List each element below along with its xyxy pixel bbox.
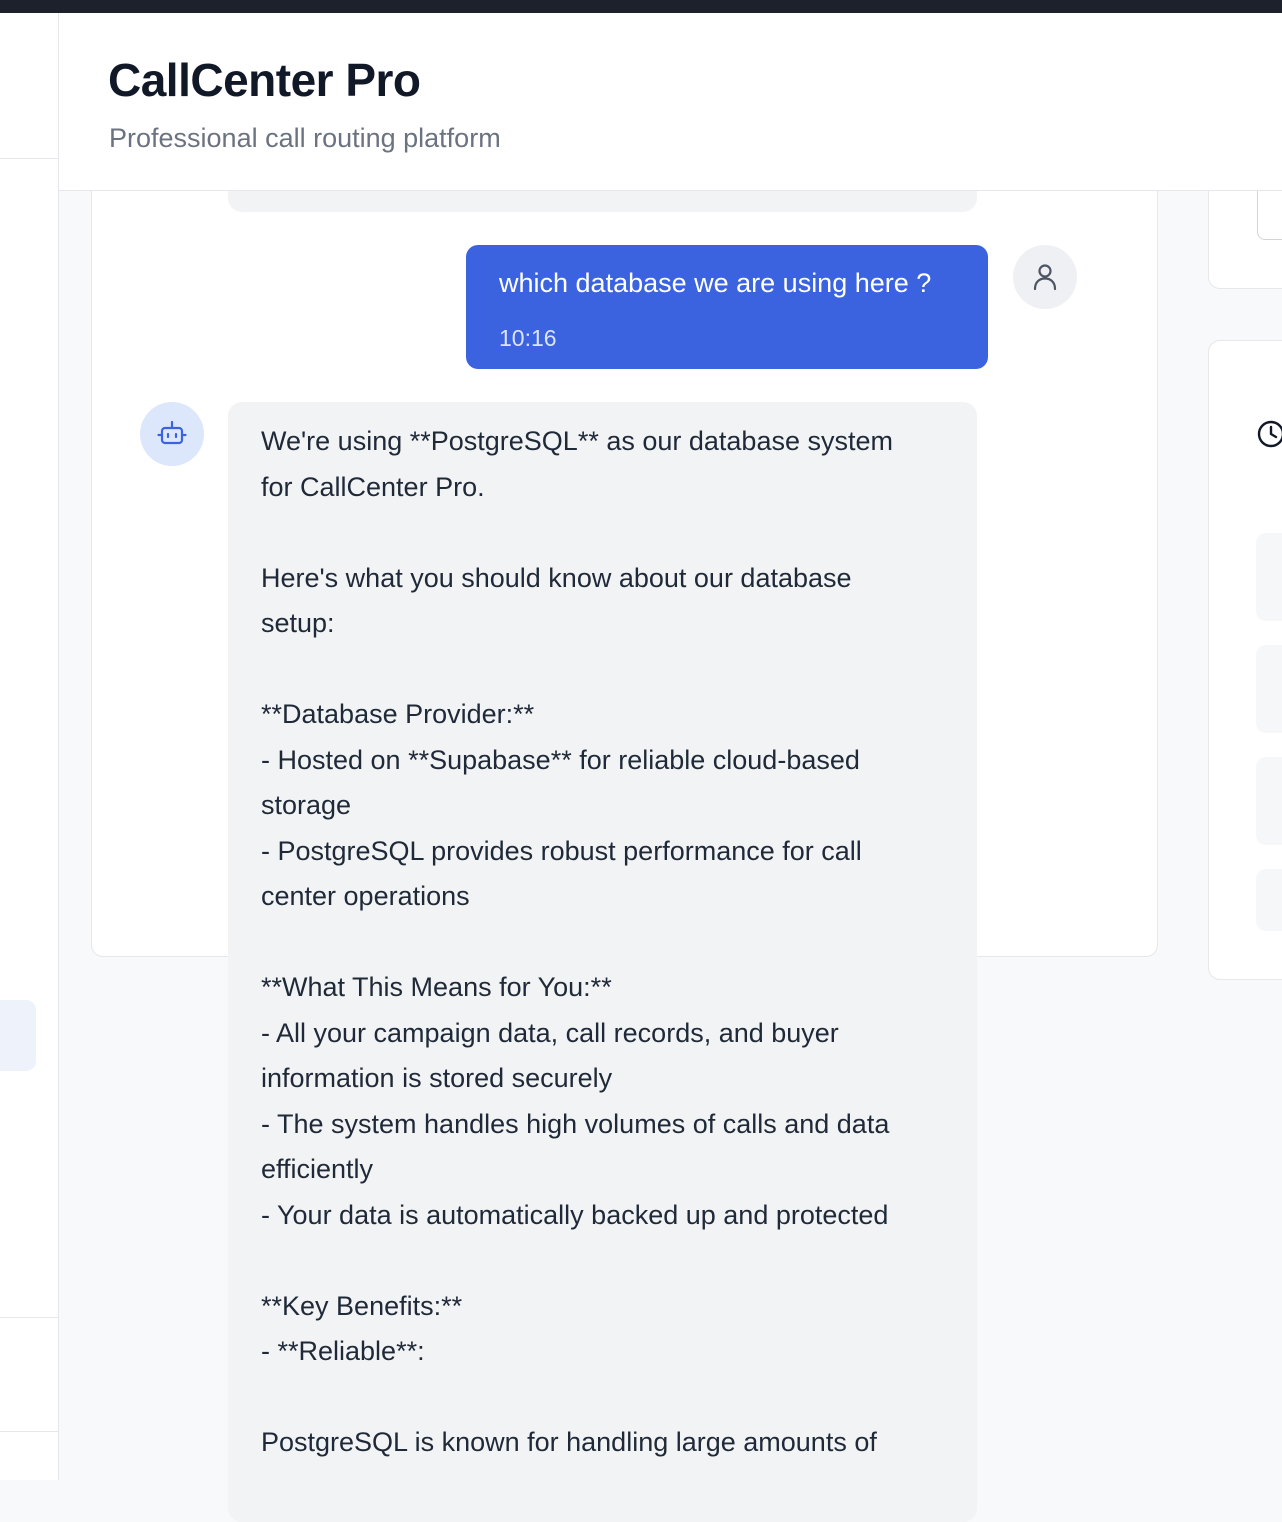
message-line: - The system handles high volumes of cal… — [261, 1108, 890, 1139]
page-subtitle: Professional call routing platform — [109, 123, 501, 153]
sidebar-divider — [0, 1431, 58, 1432]
assistant-avatar — [140, 402, 204, 466]
message-line: PostgreSQL is known for handling large a… — [261, 1427, 877, 1457]
sidebar-divider — [0, 158, 58, 159]
history-item[interactable] — [1256, 757, 1282, 845]
message-line: - Hosted on **Supabase** for reliable cl… — [261, 744, 860, 775]
user-avatar — [1013, 245, 1077, 309]
right-panel-history — [1208, 340, 1282, 980]
message-line: - PostgreSQL provides robust performance… — [261, 835, 862, 866]
message-line — [261, 510, 961, 556]
assistant-message-bubble: We're using **PostgreSQL** as our databa… — [228, 402, 977, 1522]
message-line: setup: — [261, 608, 335, 638]
message-line: **Key Benefits:** — [261, 1290, 463, 1321]
message-line: **What This Means for You:** — [261, 972, 612, 1002]
sidebar-active-item[interactable] — [0, 1000, 36, 1071]
user-message-time: 10:16 — [499, 325, 557, 351]
message-line: We're using **PostgreSQL** as our databa… — [261, 426, 893, 456]
message-line: - **Reliable**: — [261, 1336, 425, 1366]
message-line — [261, 647, 961, 693]
page-title: CallCenter Pro — [108, 54, 421, 106]
clock-icon — [1257, 420, 1282, 448]
bot-icon — [157, 420, 187, 445]
message-line: efficiently — [261, 1154, 374, 1184]
message-line: Here's what you should know about our da… — [261, 562, 852, 593]
assistant-message-text: We're using **PostgreSQL** as our databa… — [261, 419, 961, 1466]
message-line: center operations — [261, 881, 470, 911]
message-line: - All your campaign data, call records, … — [261, 1017, 839, 1048]
message-line: **Database Provider:** — [261, 699, 535, 729]
user-icon — [1033, 264, 1057, 291]
message-line: for CallCenter Pro. — [261, 471, 485, 502]
message-line: storage — [261, 790, 352, 820]
history-item[interactable] — [1256, 533, 1282, 621]
message-line: information is stored securely — [261, 1063, 613, 1093]
history-item[interactable] — [1256, 869, 1282, 931]
page-header: CallCenter Pro Professional call routing… — [59, 13, 1282, 191]
message-line — [261, 1375, 961, 1421]
sidebar-divider — [0, 1317, 58, 1318]
sidebar — [0, 13, 59, 1480]
top-bar — [0, 0, 1282, 13]
user-message-text: which database we are using here ? — [499, 268, 932, 298]
message-line — [261, 920, 961, 966]
user-message-bubble: which database we are using here ? 10:16 — [466, 245, 988, 369]
history-item[interactable] — [1256, 645, 1282, 733]
message-line: - Your data is automatically backed up a… — [261, 1199, 889, 1230]
message-line — [261, 1238, 961, 1284]
